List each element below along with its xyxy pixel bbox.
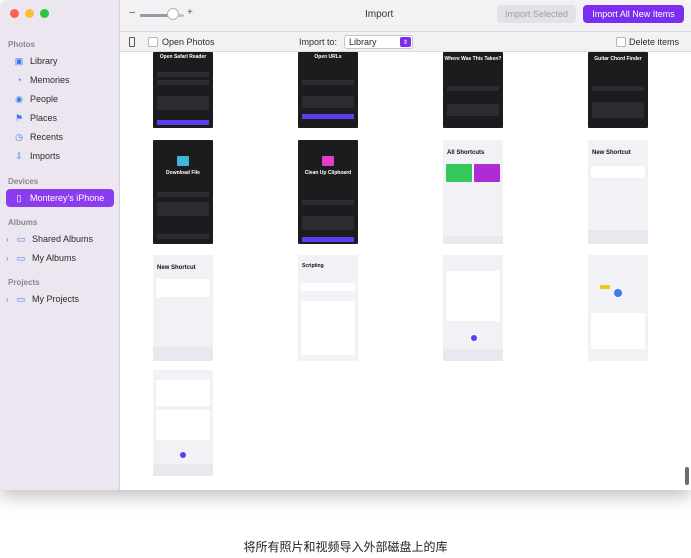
recents-icon: ◷ (15, 131, 23, 142)
folder-icon: ▭ (16, 233, 26, 244)
import-to-select[interactable]: Library ⇕ (344, 35, 413, 49)
chevron-right-icon[interactable]: › (6, 295, 14, 304)
thumbnail[interactable] (443, 255, 503, 361)
memories-icon: ◔ (16, 75, 22, 85)
delete-items-label: Delete items (629, 37, 680, 47)
chevron-right-icon[interactable]: › (6, 235, 14, 244)
zoom-button[interactable] (40, 9, 49, 18)
thumbnail[interactable]: All Shortcuts (443, 140, 503, 244)
window-controls (10, 9, 49, 18)
scrollbar-thumb[interactable] (685, 467, 689, 485)
section-photos: Photos (8, 40, 36, 49)
sidebar-item-imports[interactable]: ⇩ Imports (6, 147, 114, 165)
thumbnail[interactable]: New Shortcut (153, 255, 213, 361)
sidebar-item-people[interactable]: ◉ People (6, 90, 114, 108)
thumbnail[interactable]: New Shortcut (588, 140, 648, 244)
sidebar-item-my-albums[interactable]: › ▭ My Albums (6, 249, 114, 267)
thumbnail[interactable]: Where Was This Taken? (443, 52, 503, 128)
import-to-label: Import to: (299, 37, 338, 47)
caption: 将所有照片和视频导入外部磁盘上的库 (243, 540, 448, 554)
library-icon: ▣ (14, 55, 24, 66)
photo-grid: Open Safari Reader Open URLs Where Was T… (120, 52, 691, 490)
sidebar-item-memories[interactable]: ◔ Memories (6, 71, 114, 89)
import-window: Photos ▣ Library ◔ Memories ◉ People ⚑ P… (0, 0, 691, 490)
sidebar-item-recents[interactable]: ◷ Recents (6, 128, 114, 146)
section-albums: Albums (8, 218, 38, 227)
sidebar: Photos ▣ Library ◔ Memories ◉ People ⚑ P… (0, 0, 120, 490)
sidebar-item-device[interactable]: ▯ Monterey's iPhone (6, 189, 114, 207)
chevron-right-icon[interactable]: › (6, 254, 14, 263)
thumbnail[interactable]: Open URLs (298, 52, 358, 128)
iphone-icon (129, 37, 135, 47)
titlebar: − + Import Import Selected Import All Ne… (120, 0, 691, 32)
folder-icon: ▭ (16, 293, 26, 304)
import-selected-button[interactable]: Import Selected (497, 5, 576, 23)
thumbnail[interactable]: Download File (153, 140, 213, 244)
close-button[interactable] (10, 9, 19, 18)
iphone-icon: ▯ (16, 192, 22, 203)
open-photos-checkbox[interactable] (148, 37, 158, 47)
zoom-in-icon[interactable]: + (187, 7, 193, 18)
thumbnail[interactable]: Open Safari Reader (153, 52, 213, 128)
import-toolbar: Open Photos Import to: Library ⇕ Delete … (120, 32, 691, 52)
folder-icon: ▭ (16, 252, 26, 263)
thumbnail[interactable]: Scripting (298, 255, 358, 361)
delete-items-checkbox[interactable] (616, 37, 626, 47)
section-projects: Projects (8, 278, 40, 287)
sidebar-item-library[interactable]: ▣ Library (6, 52, 114, 70)
people-icon: ◉ (15, 93, 23, 104)
window-title: Import (365, 9, 394, 20)
places-icon: ⚑ (14, 112, 24, 123)
zoom-slider-knob[interactable] (167, 8, 179, 20)
thumbnail[interactable]: Clean Up Clipboard (298, 140, 358, 244)
minimize-button[interactable] (25, 9, 34, 18)
thumbnail[interactable]: Guitar Chord Finder (588, 52, 648, 128)
imports-icon: ⇩ (15, 150, 23, 161)
import-all-button[interactable]: Import All New Items (583, 5, 684, 23)
section-devices: Devices (8, 177, 39, 186)
thumbnail[interactable] (588, 255, 648, 361)
chevron-updown-icon: ⇕ (400, 37, 411, 47)
open-photos-label: Open Photos (162, 37, 215, 47)
sidebar-item-shared-albums[interactable]: › ▭ Shared Albums (6, 230, 114, 248)
sidebar-item-my-projects[interactable]: › ▭ My Projects (6, 290, 114, 308)
zoom-out-icon[interactable]: − (129, 7, 135, 19)
sidebar-item-places[interactable]: ⚑ Places (6, 109, 114, 127)
thumbnail[interactable] (153, 370, 213, 476)
